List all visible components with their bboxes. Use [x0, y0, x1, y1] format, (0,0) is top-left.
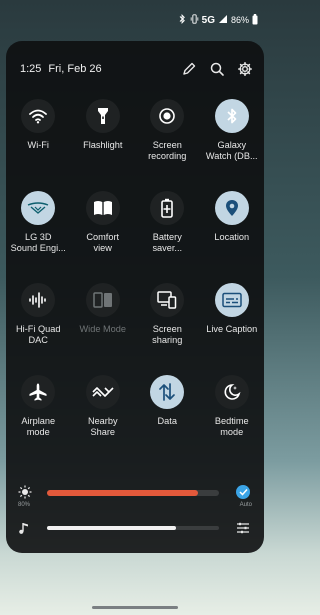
tile-wifi[interactable]: Wi-Fi — [6, 99, 71, 191]
tile-label: Galaxy Watch (DB... — [205, 140, 258, 161]
quick-settings-panel: 1:25 Fri, Feb 26 Wi-Fi Flashlight Screen… — [6, 41, 264, 553]
tile-label: Data — [157, 416, 177, 426]
screen-recording-icon — [150, 99, 185, 133]
moon-icon — [214, 375, 249, 409]
tile-bedtime-mode[interactable]: Bedtime mode — [200, 375, 265, 467]
location-pin-icon — [214, 191, 249, 225]
network-type: 5G — [201, 14, 215, 26]
tile-screen-recording[interactable]: Screen recording — [135, 99, 200, 191]
panel-header: 1:25 Fri, Feb 26 — [20, 59, 254, 79]
brightness-slider-fill — [47, 490, 199, 496]
tile-label: Location — [214, 232, 250, 242]
screen-share-icon — [150, 283, 185, 317]
quick-tiles-grid: Wi-Fi Flashlight Screen recording Galaxy… — [6, 99, 264, 467]
battery-status-icon — [252, 13, 258, 27]
tile-label: Wi-Fi — [27, 140, 49, 150]
tile-battery-saver[interactable]: Battery saver... — [135, 191, 200, 283]
tile-location[interactable]: Location — [200, 191, 265, 283]
tile-screen-sharing[interactable]: Screen sharing — [135, 283, 200, 375]
tile-comfort-view[interactable]: Comfort view — [71, 191, 136, 283]
sun-icon — [18, 485, 32, 499]
tile-label: Hi-Fi Quad DAC — [16, 324, 61, 345]
tile-flashlight[interactable]: Flashlight — [71, 99, 136, 191]
edit-pencil-icon[interactable] — [180, 60, 198, 78]
tile-nearby-share[interactable]: Nearby Share — [71, 375, 136, 467]
tile-label: Airplane mode — [21, 416, 56, 437]
bluetooth-status-icon — [178, 14, 187, 26]
nearby-share-icon — [85, 375, 120, 409]
tile-label: Comfort view — [86, 232, 120, 253]
brightness-control: 80% Auto — [16, 485, 254, 517]
data-arrows-icon — [150, 375, 185, 409]
tile-airplane-mode[interactable]: Airplane mode — [6, 375, 71, 467]
tile-lg-3d-sound[interactable]: LG 3D Sound Engi... — [6, 191, 71, 283]
waveform-icon — [21, 283, 56, 317]
battery-percent: 86% — [230, 15, 249, 25]
bluetooth-icon — [214, 99, 249, 133]
sliders-settings-icon[interactable] — [236, 521, 250, 535]
book-icon — [85, 191, 120, 225]
tile-label: Flashlight — [83, 140, 123, 150]
tile-hifi-dac[interactable]: Hi-Fi Quad DAC — [6, 283, 71, 375]
tile-label: Screen recording — [148, 140, 187, 161]
home-indicator[interactable] — [92, 606, 178, 609]
media-volume-control — [16, 519, 254, 539]
flashlight-icon — [85, 99, 120, 133]
caption-icon — [214, 283, 249, 317]
search-icon[interactable] — [208, 60, 226, 78]
auto-brightness-check-icon[interactable] — [236, 485, 250, 499]
tile-live-caption[interactable]: Live Caption — [200, 283, 265, 375]
tile-label: Live Caption — [206, 324, 258, 334]
brightness-percent: 80% — [18, 502, 31, 508]
date: Fri, Feb 26 — [48, 63, 102, 75]
tile-label: Screen sharing — [152, 324, 183, 345]
tile-label: Battery saver... — [152, 232, 183, 253]
tile-label: LG 3D Sound Engi... — [10, 232, 66, 253]
tile-bluetooth[interactable]: Galaxy Watch (DB... — [200, 99, 265, 191]
music-note-icon — [18, 521, 32, 535]
media-volume-slider[interactable] — [47, 526, 219, 530]
signal-icon — [218, 14, 228, 26]
airplane-icon — [21, 375, 56, 409]
auto-brightness-label: Auto — [239, 502, 252, 508]
tile-label: Wide Mode — [79, 324, 126, 334]
battery-icon — [150, 191, 185, 225]
clock: 1:25 — [20, 63, 42, 75]
brightness-slider[interactable] — [47, 490, 219, 496]
media-volume-slider-fill — [47, 526, 176, 530]
tile-label: Nearby Share — [87, 416, 118, 437]
wifi-icon — [21, 99, 56, 133]
wide-mode-icon — [85, 283, 120, 317]
status-bar: 5G 86% — [0, 0, 270, 40]
tile-wide-mode[interactable]: Wide Mode — [71, 283, 136, 375]
tile-label: Bedtime mode — [214, 416, 249, 437]
settings-gear-icon[interactable] — [236, 60, 254, 78]
tile-data[interactable]: Data — [135, 375, 200, 467]
vibrate-status-icon — [190, 14, 199, 26]
sound-engine-icon — [21, 191, 56, 225]
